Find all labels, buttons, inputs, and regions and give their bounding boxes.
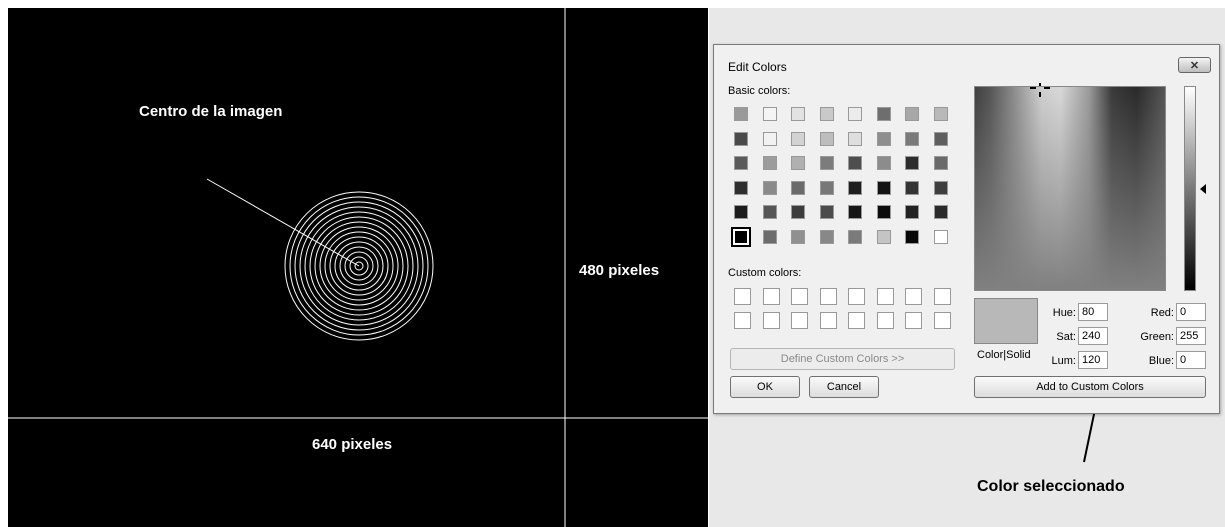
basic-color-swatch[interactable] — [905, 107, 919, 121]
basic-color-swatch[interactable] — [876, 156, 891, 170]
basic-color-swatch[interactable] — [905, 180, 919, 195]
basic-color-swatch[interactable] — [848, 107, 862, 121]
basic-color-swatch[interactable] — [848, 205, 862, 219]
blue-field[interactable]: 0 — [1176, 351, 1206, 369]
basic-color-swatch[interactable] — [734, 156, 748, 170]
basic-color-swatch[interactable] — [819, 131, 834, 146]
basic-color-swatch[interactable] — [848, 156, 862, 170]
dialog-title: Edit Colors — [728, 60, 787, 74]
basic-color-swatch[interactable] — [876, 180, 891, 195]
basic-color-swatch[interactable] — [905, 205, 919, 219]
sat-field[interactable]: 240 — [1078, 327, 1108, 345]
basic-color-swatch[interactable] — [933, 107, 948, 121]
color-solid-label: Color|Solid — [977, 349, 1031, 361]
color-spectrum[interactable] — [974, 86, 1166, 291]
basic-color-swatch[interactable] — [905, 229, 919, 244]
basic-color-swatch[interactable] — [791, 156, 805, 170]
custom-color-swatch[interactable] — [819, 312, 837, 329]
basic-color-swatch[interactable] — [876, 205, 891, 219]
custom-color-swatch[interactable] — [876, 288, 894, 305]
basic-color-swatch[interactable] — [848, 131, 862, 146]
basic-color-swatch[interactable] — [762, 107, 777, 121]
close-button[interactable]: ✕ — [1178, 57, 1211, 73]
cancel-button[interactable]: Cancel — [809, 376, 879, 398]
blue-label: Blue: — [1148, 355, 1174, 367]
basic-color-swatch[interactable] — [762, 156, 777, 170]
green-field[interactable]: 255 — [1176, 327, 1206, 345]
basic-color-swatch[interactable] — [734, 107, 748, 121]
custom-color-swatch[interactable] — [905, 312, 922, 329]
custom-color-swatch[interactable] — [734, 312, 751, 329]
custom-color-swatch[interactable] — [734, 288, 751, 305]
basic-color-swatch[interactable] — [791, 229, 805, 244]
basic-color-swatch[interactable] — [731, 226, 751, 247]
luminance-bar[interactable] — [1184, 86, 1196, 291]
basic-color-swatch[interactable] — [933, 205, 948, 219]
width-label: 640 pixeles — [312, 436, 393, 453]
basic-color-swatch[interactable] — [762, 131, 777, 146]
custom-color-swatch[interactable] — [848, 312, 865, 329]
basic-color-swatch[interactable] — [848, 180, 862, 195]
crosshair-icon — [1030, 83, 1050, 97]
custom-color-swatch[interactable] — [848, 288, 865, 305]
define-custom-colors-button[interactable]: Define Custom Colors >> — [730, 348, 955, 370]
custom-color-swatch[interactable] — [933, 288, 951, 305]
custom-color-swatch[interactable] — [762, 312, 780, 329]
basic-color-swatch[interactable] — [819, 229, 834, 244]
red-field[interactable]: 0 — [1176, 303, 1206, 321]
add-to-custom-colors-button[interactable]: Add to Custom Colors — [974, 376, 1206, 398]
custom-color-swatch[interactable] — [933, 312, 951, 329]
basic-color-swatch[interactable] — [762, 229, 777, 244]
basic-color-swatch[interactable] — [762, 205, 777, 219]
hue-field[interactable]: 80 — [1078, 303, 1108, 321]
basic-color-swatch[interactable] — [819, 180, 834, 195]
basic-color-swatch[interactable] — [905, 156, 919, 170]
basic-color-swatch[interactable] — [933, 156, 948, 170]
basic-color-swatch[interactable] — [876, 131, 891, 146]
custom-color-swatch[interactable] — [905, 288, 922, 305]
basic-color-swatch[interactable] — [933, 229, 948, 244]
lum-field[interactable]: 120 — [1078, 351, 1108, 369]
center-label: Centro de la imagen — [139, 103, 283, 120]
basic-color-swatch[interactable] — [876, 107, 891, 121]
basic-colors-label: Basic colors: — [728, 85, 791, 97]
custom-colors-label: Custom colors: — [728, 267, 802, 279]
basic-color-swatch[interactable] — [819, 205, 834, 219]
basic-color-swatch[interactable] — [762, 180, 777, 195]
basic-color-swatch[interactable] — [734, 205, 748, 219]
basic-color-swatch[interactable] — [933, 131, 948, 146]
edit-colors-dialog: Edit Colors ✕ Basic colors: Custom color… — [713, 44, 1220, 414]
hue-label: Hue: — [1052, 307, 1076, 319]
height-label: 480 pixeles — [579, 262, 660, 279]
basic-color-swatch[interactable] — [734, 180, 748, 195]
basic-color-swatch[interactable] — [791, 131, 805, 146]
custom-color-swatch[interactable] — [791, 288, 808, 305]
ok-button[interactable]: OK — [730, 376, 800, 398]
luminance-arrow-icon[interactable] — [1200, 184, 1206, 194]
basic-color-swatch[interactable] — [848, 229, 862, 244]
basic-color-swatch[interactable] — [819, 156, 834, 170]
custom-color-swatch[interactable] — [762, 288, 780, 305]
basic-color-swatch[interactable] — [791, 180, 805, 195]
lum-label: Lum: — [1051, 355, 1076, 367]
close-icon: ✕ — [1189, 59, 1200, 72]
basic-color-swatch[interactable] — [791, 205, 805, 219]
basic-color-swatch[interactable] — [734, 131, 748, 146]
custom-color-swatch[interactable] — [876, 312, 894, 329]
basic-color-swatch[interactable] — [791, 107, 805, 121]
basic-color-swatch[interactable] — [933, 180, 948, 195]
sat-label: Sat: — [1056, 331, 1076, 343]
basic-color-swatch[interactable] — [905, 131, 919, 146]
red-label: Red: — [1150, 307, 1174, 319]
green-label: Green: — [1140, 331, 1174, 343]
custom-color-swatch[interactable] — [791, 312, 808, 329]
color-preview — [974, 298, 1038, 344]
basic-color-swatch[interactable] — [819, 107, 834, 121]
image-canvas: Centro de la imagen 480 pixeles 640 pixe… — [8, 8, 708, 527]
custom-color-swatch[interactable] — [819, 288, 837, 305]
basic-color-swatch[interactable] — [876, 229, 891, 244]
